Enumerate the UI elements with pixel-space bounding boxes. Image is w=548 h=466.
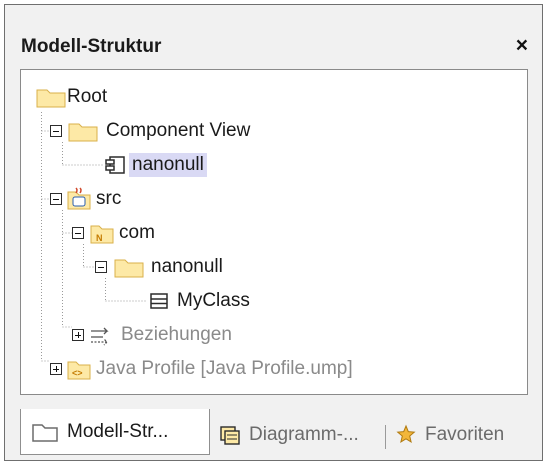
tab-favoriten[interactable]: Favoriten <box>395 415 504 455</box>
model-tree[interactable]: Root Component View nanonull src N com n… <box>20 69 528 395</box>
tree-node-myclass[interactable]: MyClass <box>147 287 250 315</box>
collapse-toggle-src[interactable] <box>50 193 62 205</box>
svg-text:<>: <> <box>72 368 83 378</box>
tree-node-label: com <box>119 222 155 243</box>
tree-node-beziehungen[interactable]: Beziehungen <box>89 321 232 349</box>
tab-label: Modell-Str... <box>67 420 169 442</box>
folder-icon <box>113 255 145 279</box>
star-icon <box>395 424 417 446</box>
tree-node-nanonull-component[interactable]: nanonull <box>103 151 207 179</box>
collapse-toggle-component-view[interactable] <box>50 125 62 137</box>
tab-separator <box>385 425 386 449</box>
expand-toggle-beziehungen[interactable] <box>72 329 84 341</box>
tab-diagramm-struktur[interactable]: Diagramm-... <box>219 415 359 455</box>
diagram-icon <box>219 424 241 446</box>
tree-node-label: Beziehungen <box>121 324 232 345</box>
tab-label: Diagramm-... <box>249 424 359 445</box>
tree-node-label: src <box>96 188 122 209</box>
tree-node-nanonull-package[interactable]: nanonull <box>113 253 223 281</box>
relations-icon <box>89 323 115 347</box>
tree-node-label: Java Profile [Java Profile.ump] <box>96 358 353 379</box>
tree-node-label: nanonull <box>151 256 223 277</box>
tab-modell-struktur[interactable]: Modell-Str... <box>20 409 210 455</box>
panel-title: Modell-Struktur <box>21 36 162 57</box>
folder-icon <box>66 119 100 143</box>
tree-node-component-view[interactable]: Component View <box>66 117 250 145</box>
collapse-toggle-nanonull-package[interactable] <box>95 261 107 273</box>
panel-tab-bar: Modell-Str... Diagramm-... Favoriten <box>5 409 542 461</box>
component-icon <box>103 153 129 177</box>
collapse-toggle-com[interactable] <box>72 227 84 239</box>
namespace-folder-icon: N <box>89 221 115 245</box>
model-tree-panel: Modell-Struktur × Root Component View na… <box>4 4 543 461</box>
tab-label: Favoriten <box>425 424 505 445</box>
tree-node-java-profile[interactable]: <> Java Profile [Java Profile.ump] <box>66 355 353 383</box>
folder-icon <box>35 85 67 109</box>
java-source-icon <box>66 187 92 211</box>
class-icon <box>147 289 173 313</box>
profile-folder-icon: <> <box>66 357 92 381</box>
close-icon[interactable]: × <box>516 35 528 56</box>
tree-node-label: nanonull <box>129 153 207 177</box>
tree-node-label: Component View <box>106 120 251 141</box>
svg-text:N: N <box>96 233 103 243</box>
panel-header: Modell-Struktur × <box>5 5 542 61</box>
tree-node-root[interactable]: Root <box>35 83 107 111</box>
expand-toggle-java-profile[interactable] <box>50 363 62 375</box>
folder-icon <box>31 421 59 443</box>
tree-node-src[interactable]: src <box>66 185 121 213</box>
tree-node-label: Root <box>67 86 108 107</box>
tree-node-com[interactable]: N com <box>89 219 155 247</box>
tree-node-label: MyClass <box>177 290 250 311</box>
